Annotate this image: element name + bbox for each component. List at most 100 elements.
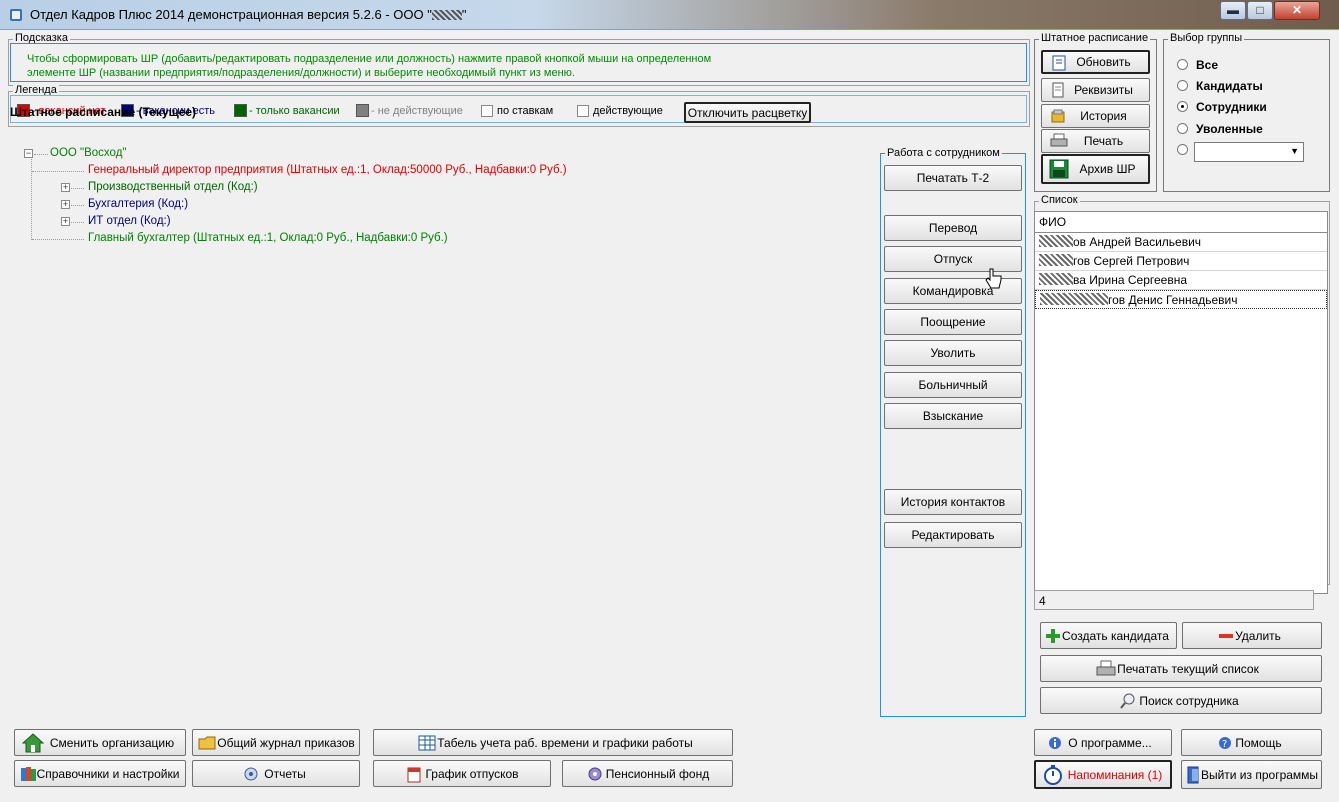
employee-work-panel: Работа с сотрудником Печатать Т-2 Перево…	[880, 147, 1026, 717]
collapse-root-icon[interactable]: −	[24, 149, 33, 158]
penalty-button[interactable]: Взыскание	[884, 403, 1022, 429]
archive-button[interactable]: Архив ШР	[1041, 154, 1150, 184]
radio-employees-label[interactable]: Сотрудники	[1196, 100, 1267, 114]
transfer-button[interactable]: Перевод	[884, 215, 1022, 241]
title-bar[interactable]: Отдел Кадров Плюс 2014 демонстрационная …	[0, 0, 1339, 30]
group-select-panel: Выбор группы Все Кандидаты Сотрудники Ув…	[1163, 32, 1330, 192]
vacation-label: Отпуск	[933, 252, 973, 266]
history-button[interactable]: История	[1041, 104, 1150, 128]
list-row-text: ов Андрей Васильевич	[1073, 235, 1202, 249]
redacted-mask	[1039, 254, 1073, 266]
list-row[interactable]: гов Сергей Петрович	[1035, 252, 1327, 271]
pension-fund-button[interactable]: Пенсионный фонд	[562, 760, 733, 787]
delete-button[interactable]: Удалить	[1182, 622, 1322, 649]
expand-it-icon[interactable]: +	[61, 217, 70, 226]
bonus-button[interactable]: Поощрение	[884, 309, 1022, 335]
references-label: Справочники и настройки	[36, 766, 180, 781]
hint-line-1: Чтобы сформировать ШР (добавить/редактир…	[27, 53, 712, 65]
list-row-text: гов Денис Геннадьевич	[1108, 293, 1238, 307]
list-count: 4	[1034, 590, 1314, 610]
list-row-text: гов Сергей Петрович	[1073, 254, 1190, 268]
radio-employees[interactable]	[1177, 101, 1188, 112]
radio-all[interactable]	[1177, 59, 1188, 70]
edit-label: Редактировать	[911, 528, 995, 542]
requisites-button[interactable]: Реквизиты	[1041, 78, 1150, 102]
tree-item-accounting[interactable]: Бухгалтерия (Код:)	[88, 198, 188, 210]
dismiss-button[interactable]: Уволить	[884, 340, 1022, 366]
radio-all-label[interactable]: Все	[1196, 58, 1218, 72]
radio-candidates-label[interactable]: Кандидаты	[1196, 79, 1263, 93]
tree-item-production[interactable]: Производственный отдел (Код:)	[88, 181, 258, 193]
radio-candidates[interactable]	[1177, 80, 1188, 91]
archive-label: Архив ШР	[1079, 162, 1136, 176]
list-row[interactable]: ва Ирина Сергеевна	[1035, 271, 1327, 290]
reminders-label: Напоминания (1)	[1067, 767, 1163, 782]
tree-root[interactable]: ООО "Восход"	[50, 147, 127, 159]
hand-cursor-icon	[985, 268, 1002, 289]
employee-list[interactable]: ФИО ов Андрей Васильевич гов Сергей Петр…	[1034, 211, 1328, 594]
create-candidate-label: Создать кандидата	[1062, 628, 1169, 643]
contact-history-label: История контактов	[900, 495, 1006, 509]
references-button[interactable]: Справочники и настройки	[14, 760, 186, 787]
list-label: Список	[1039, 194, 1080, 206]
tree-line	[71, 188, 84, 189]
list-row[interactable]: ов Андрей Васильевич	[1035, 233, 1327, 252]
search-employee-button[interactable]: Поиск сотрудника	[1040, 687, 1322, 714]
reports-label: Отчеты	[264, 766, 306, 781]
group-combo[interactable]: ▼	[1194, 142, 1304, 162]
vacation-schedule-button[interactable]: График отпусков	[373, 760, 551, 787]
close-icon: ✕	[1291, 3, 1303, 17]
expand-accounting-icon[interactable]: +	[61, 200, 70, 209]
print-list-label: Печатать текущий список	[1117, 661, 1259, 676]
about-label: О программе...	[1068, 735, 1152, 750]
sick-leave-button[interactable]: Больничный	[884, 372, 1022, 398]
pension-fund-label: Пенсионный фонд	[605, 766, 710, 781]
staff-tree[interactable]: Штатное расписание (Текущее) − ООО "Восх…	[10, 105, 870, 678]
refresh-button[interactable]: Обновить	[1041, 50, 1150, 74]
expand-production-icon[interactable]: +	[61, 183, 70, 192]
edit-button[interactable]: Редактировать	[884, 522, 1022, 548]
orders-journal-button[interactable]: Общий журнал приказов	[192, 729, 360, 756]
timesheet-button[interactable]: Табель учета раб. времени и графики рабо…	[373, 729, 733, 756]
about-button[interactable]: О программе...	[1034, 729, 1172, 756]
requisites-label: Реквизиты	[1074, 83, 1133, 97]
minimize-button[interactable]: ▬	[1220, 1, 1246, 20]
reports-button[interactable]: Отчеты	[192, 760, 360, 787]
tree-line	[32, 171, 84, 172]
tree-line	[71, 222, 84, 223]
tree-item-it[interactable]: ИТ отдел (Код:)	[88, 215, 171, 227]
tree-line	[71, 205, 84, 206]
print-t2-button[interactable]: Печатать Т-2	[884, 165, 1022, 191]
tree-line	[34, 154, 48, 155]
hint-group: Подсказка Чтобы сформировать ШР (добавит…	[8, 32, 1030, 86]
print-list-button[interactable]: Печатать текущий список	[1040, 655, 1322, 682]
list-row-text: ва Ирина Сергеевна	[1073, 273, 1188, 287]
active-checkbox[interactable]	[577, 105, 589, 117]
tree-item-chief-accountant[interactable]: Главный бухгалтер (Штатных ед.:1, Оклад:…	[88, 232, 448, 244]
window-title: Отдел Кадров Плюс 2014 демонстрационная …	[30, 7, 467, 22]
chevron-down-icon: ▼	[1290, 146, 1299, 156]
change-org-button[interactable]: Сменить организацию	[14, 729, 186, 756]
list-header-fio[interactable]: ФИО	[1035, 212, 1327, 233]
radio-custom[interactable]	[1177, 144, 1188, 155]
maximize-button[interactable]: □	[1247, 1, 1273, 20]
minimize-icon: ▬	[1227, 3, 1239, 17]
redacted-mask	[1039, 235, 1073, 247]
by-rate-checkbox[interactable]	[481, 105, 493, 117]
close-button[interactable]: ✕	[1274, 1, 1320, 20]
delete-label: Удалить	[1235, 628, 1281, 643]
search-employee-label: Поиск сотрудника	[1139, 693, 1239, 708]
help-button[interactable]: ? Помощь	[1181, 729, 1322, 756]
print-button[interactable]: Печать	[1041, 129, 1150, 153]
active-label: действующие	[593, 105, 663, 117]
reminders-button[interactable]: Напоминания (1)	[1034, 760, 1172, 789]
tree-item-general-director[interactable]: Генеральный директор предприятия (Штатны…	[88, 164, 567, 176]
refresh-label: Обновить	[1076, 55, 1131, 69]
radio-dismissed-label[interactable]: Уволенные	[1196, 122, 1263, 136]
exit-button[interactable]: Выйти из программы	[1181, 760, 1322, 789]
change-org-label: Сменить организацию	[49, 735, 175, 750]
radio-dismissed[interactable]	[1177, 123, 1188, 134]
create-candidate-button[interactable]: Создать кандидата	[1040, 622, 1177, 649]
list-row-selected[interactable]: гов Денис Геннадьевич	[1035, 290, 1327, 309]
contact-history-button[interactable]: История контактов	[884, 489, 1022, 515]
